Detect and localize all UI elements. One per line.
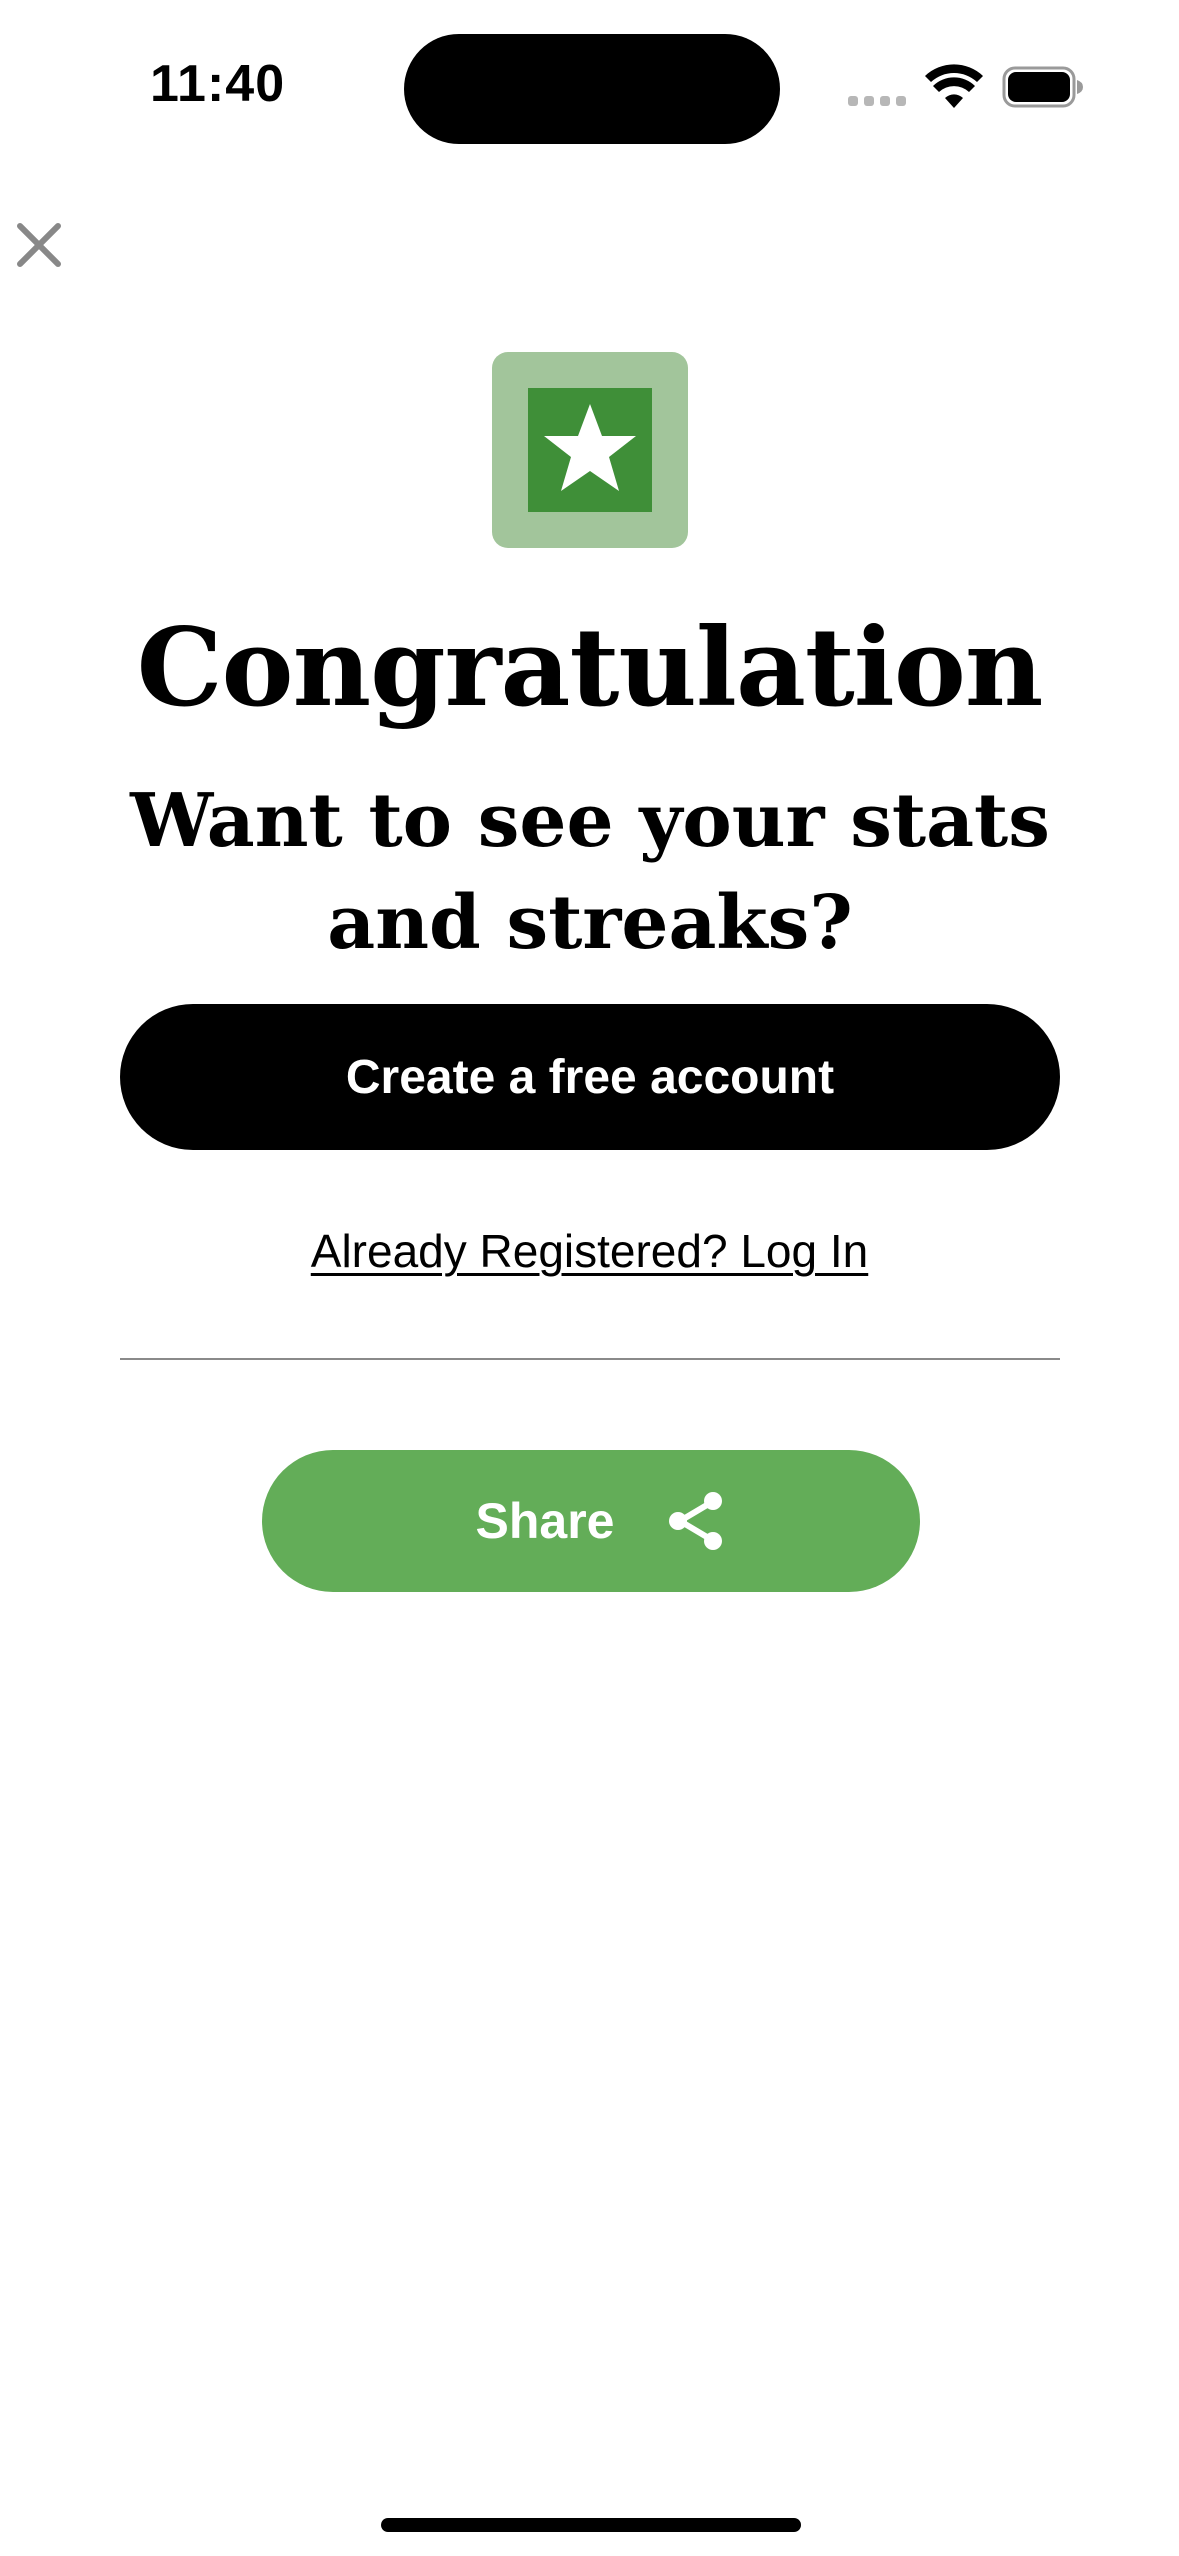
dynamic-island xyxy=(404,34,780,144)
page-subtitle: Want to see your stats and streaks? xyxy=(130,778,1050,966)
cellular-signal-icon xyxy=(848,96,908,106)
badge-inner xyxy=(528,388,652,512)
star-icon xyxy=(544,404,636,491)
wifi-icon xyxy=(925,64,983,108)
share-button[interactable]: Share xyxy=(262,1450,920,1592)
create-account-button[interactable]: Create a free account xyxy=(120,1004,1060,1150)
page-title: Congratulation xyxy=(136,605,1044,731)
status-bar: 11:40 xyxy=(0,0,1179,170)
login-link-wrapper: Already Registered? Log In xyxy=(0,1224,1179,1278)
close-icon[interactable] xyxy=(14,220,64,270)
share-icon xyxy=(669,1492,723,1550)
home-indicator xyxy=(381,2518,801,2532)
share-button-label: Share xyxy=(475,1493,615,1549)
achievement-badge xyxy=(492,352,688,548)
status-time: 11:40 xyxy=(150,55,286,113)
battery-icon xyxy=(1002,66,1083,108)
login-link[interactable]: Already Registered? Log In xyxy=(311,1225,868,1277)
divider xyxy=(120,1358,1060,1360)
